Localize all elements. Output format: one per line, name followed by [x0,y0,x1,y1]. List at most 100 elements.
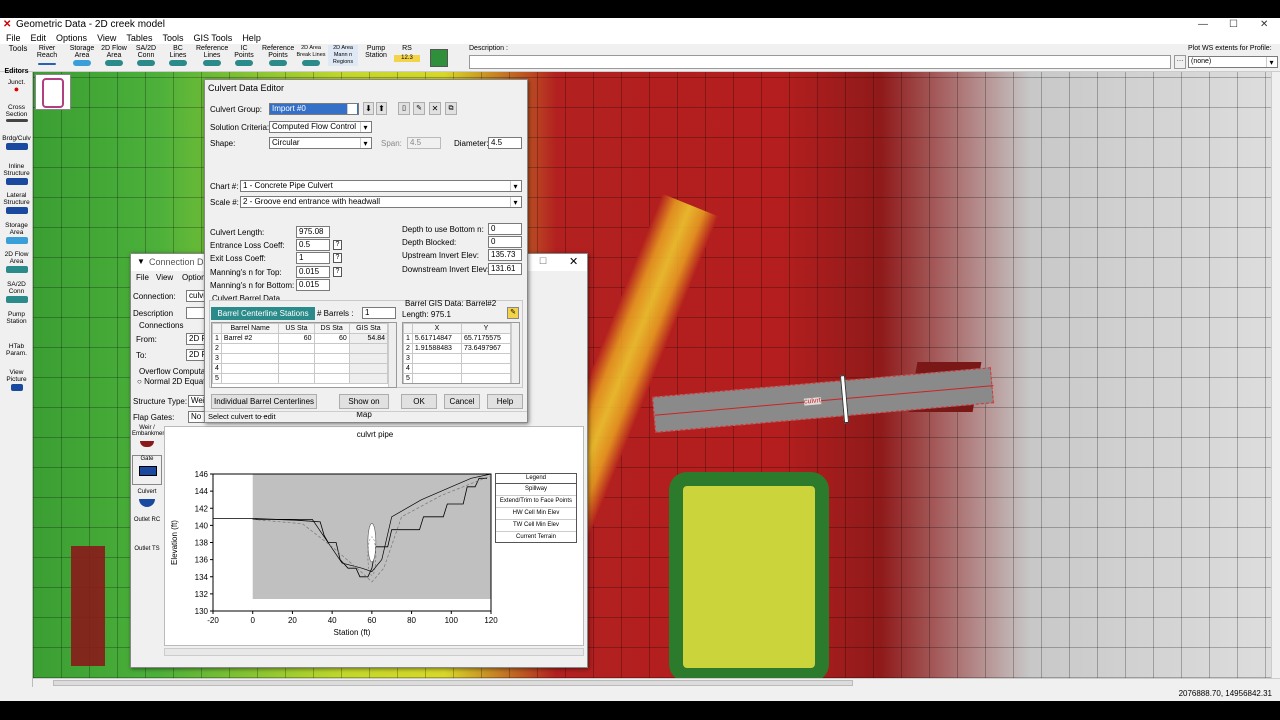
ds-sta-cell[interactable] [313,353,350,364]
table-row[interactable]: 2 [212,343,389,354]
minimize-icon[interactable]: — [1198,18,1208,32]
menu-gis-tools[interactable]: GIS Tools [193,33,232,43]
help-button[interactable]: Help [487,394,523,409]
menu-edit[interactable]: Edit [31,33,47,43]
ds-sta-cell[interactable] [313,363,350,374]
gis-y-cell[interactable]: 73.6497967 [460,343,512,354]
flow-area-2d-button[interactable]: 2D Flow Area [100,45,128,66]
gis-y-cell[interactable]: 65.7175575 [460,333,512,344]
copy-culvert-icon[interactable]: ⧉ [445,102,457,115]
storage-area-editor-button[interactable]: Storage Area [2,222,31,244]
barrel-name-cell[interactable] [220,343,280,354]
reference-lines-button[interactable]: Reference Lines [196,45,228,66]
ds-sta-cell[interactable]: 60 [313,333,350,344]
gis-x-cell[interactable]: 5.61714847 [411,333,462,344]
map-vertical-scrollbar[interactable] [1271,72,1280,678]
delete-culvert-icon[interactable]: ✕ [429,102,441,115]
depth-bottom-n-input[interactable]: 0 [488,223,522,235]
ok-button[interactable]: OK [401,394,437,409]
table-row[interactable]: 2 1.91588483 73.6497967 [403,343,512,354]
ds-sta-cell[interactable] [313,343,350,354]
us-sta-cell[interactable] [278,343,315,354]
table-row[interactable]: 5 [212,373,389,384]
us-sta-cell[interactable] [278,363,315,374]
move-up-button[interactable]: ⬆ [376,102,387,115]
manning-bottom-input[interactable]: 0.015 [296,279,330,291]
gis-edit-icon[interactable]: ✎ [507,307,519,319]
map-icon[interactable] [430,49,448,67]
sa-2d-conn-editor-button[interactable]: SA/2D Conn [2,281,31,303]
entrance-loss-help-icon[interactable]: ? [333,240,342,250]
reference-points-button[interactable]: Reference Points [262,45,294,66]
plot-ws-select[interactable]: (none) [1188,56,1278,68]
move-down-button[interactable]: ⬇ [363,102,374,115]
exit-loss-input[interactable]: 1 [296,252,330,264]
culvert-footprint[interactable]: culvrt [652,367,994,433]
upstream-invert-input[interactable]: 135.73 [488,249,522,261]
us-sta-cell[interactable] [278,353,315,364]
individual-barrel-centerlines-button[interactable]: Individual Barrel Centerlines ... [211,394,317,419]
depth-blocked-input[interactable]: 0 [488,236,522,248]
cancel-button[interactable]: Cancel [444,394,480,409]
table-row[interactable]: 1 5.61714847 65.7175575 [403,333,512,344]
menu-tables[interactable]: Tables [126,33,152,43]
rs-button[interactable]: RS 12.3 [394,45,420,62]
menu-tools[interactable]: Tools [162,33,183,43]
ds-sta-cell[interactable] [313,373,350,384]
connection-select[interactable]: culvrt [186,290,206,302]
connection-close-icon[interactable]: ✕ [569,255,578,268]
barrel-table[interactable]: Barrel Name US Sta DS Sta GIS Sta 1 Barrel #… [211,322,397,388]
weir-button[interactable]: Weir / Embankment [132,425,167,453]
storage-area-button[interactable]: Storage Area [68,45,96,66]
menu-options[interactable]: Options [56,33,87,43]
table-row[interactable]: 4 [403,363,512,374]
connection-description-input[interactable] [186,307,206,319]
entrance-loss-input[interactable]: 0.5 [296,239,330,251]
pump-station-button[interactable]: Pump Station [362,45,390,59]
diameter-input[interactable]: 4.5 [488,137,522,149]
culvert-length-input[interactable]: 975.08 [296,226,330,238]
table-row[interactable]: 1 Barrel #2 60 60 54.84 [212,333,389,344]
inline-structure-button[interactable]: Inline Structure [2,163,31,185]
add-culvert-icon[interactable]: ▯ [398,102,410,115]
maximize-icon[interactable]: ☐ [1229,18,1238,32]
description-more-button[interactable]: … [1174,55,1186,69]
barrel-centerline-tab[interactable]: Barrel Centerline Stations [211,307,315,320]
map-horizontal-scrollbar[interactable] [33,678,1280,687]
bc-lines-button[interactable]: BC Lines [164,45,192,66]
gis-y-cell[interactable] [460,353,512,364]
break-lines-button[interactable]: 2D Area Break Lines [296,45,326,66]
shape-select[interactable]: Circular [269,137,372,149]
flow-area-2d-editor-button[interactable]: 2D Flow Area [2,251,31,273]
exit-loss-help-icon[interactable]: ? [333,253,342,263]
overflow-radio[interactable]: ○ Normal 2D Equatio [137,377,212,387]
us-sta-cell[interactable]: 60 [278,333,315,344]
barrel-name-cell[interactable] [220,363,280,374]
gis-table[interactable]: XY 1 5.61714847 65.7175575 2 1.91588483 73.6… [402,322,520,384]
plot-scrollbar[interactable] [164,648,584,656]
close-icon[interactable]: ✕ [1260,18,1268,32]
rename-culvert-icon[interactable]: ✎ [413,102,425,115]
gis-y-cell[interactable] [460,363,512,374]
map-scroll-thumb[interactable] [53,680,853,686]
gis-y-cell[interactable] [460,373,512,383]
menu-view[interactable]: View [97,33,116,43]
connection-menu-file[interactable]: File [136,273,149,282]
pump-station-editor-button[interactable]: Pump Station [2,311,31,325]
barrel-name-cell[interactable] [220,373,280,384]
junction-button[interactable]: Junct. ● [2,79,31,94]
connection-menu-view[interactable]: View [156,273,173,282]
outlet-ts-button[interactable]: Outlet TS [132,546,162,574]
map-thumbnail[interactable] [35,74,71,110]
menu-file[interactable]: File [6,33,21,43]
gis-x-cell[interactable] [411,363,462,374]
htab-param-button[interactable]: HTab Param. [2,343,31,357]
barrel-table-scrollbar[interactable] [388,323,396,387]
culvert-group-select[interactable]: Import #0 [269,103,359,115]
manning-regions-button[interactable]: 2D Area Mann n Regions [328,45,358,66]
outlet-rc-button[interactable]: Outlet RC [132,517,162,545]
culvert-button[interactable]: Culvert [132,489,162,515]
manning-top-input[interactable]: 0.015 [296,266,330,278]
table-row[interactable]: 5 [403,373,512,383]
sa-2d-conn-button[interactable]: SA/2D Conn [132,45,160,66]
